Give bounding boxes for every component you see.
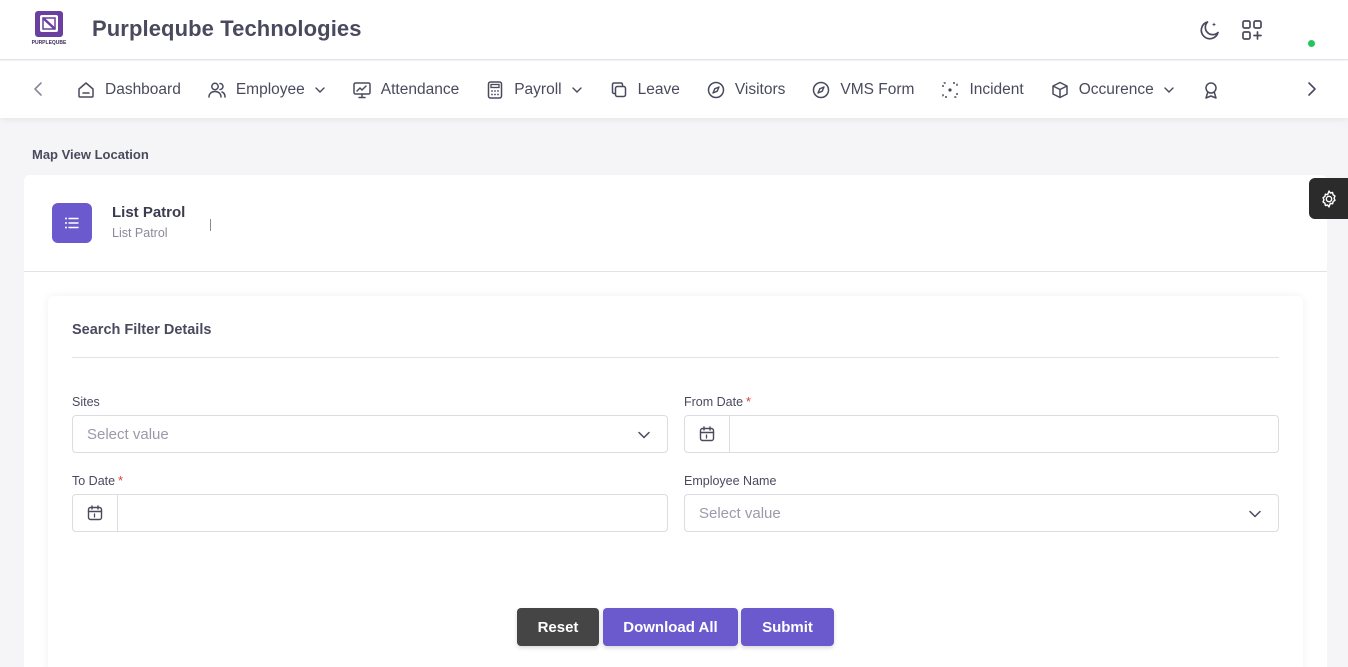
- from-date-input[interactable]: [731, 416, 1277, 452]
- users-icon: [208, 82, 226, 98]
- nav-item-vms-form[interactable]: VMS Form: [801, 70, 924, 110]
- employee-select[interactable]: Select value: [684, 494, 1279, 532]
- to-date-label: To Date *: [72, 474, 123, 488]
- employee-placeholder: Select value: [699, 505, 781, 522]
- nav-label: Employee: [235, 80, 305, 98]
- nav-label: Leave: [637, 80, 680, 98]
- compass-icon: [813, 81, 830, 98]
- online-status-dot: [1308, 40, 1315, 47]
- nav-item-visitors[interactable]: Visitors: [696, 70, 796, 110]
- submit-button[interactable]: Submit: [741, 608, 834, 646]
- list-icon: [65, 217, 79, 229]
- sites-placeholder: Select value: [87, 426, 169, 443]
- from-date-label: From Date *: [684, 395, 751, 409]
- nav-label: Incident: [969, 80, 1024, 98]
- filter-divider: [72, 357, 1279, 358]
- breadcrumb: Map View Location: [32, 147, 149, 162]
- chevron-down-icon: [1163, 86, 1174, 93]
- home-icon: [78, 81, 94, 98]
- focus-icon: [942, 81, 959, 98]
- header-divider: [210, 219, 211, 231]
- moon-icon[interactable]: [1198, 18, 1222, 42]
- nav-item-dashboard[interactable]: Dashboard: [66, 70, 191, 110]
- nav-item-employee[interactable]: Employee: [197, 70, 336, 110]
- nav-scroll-right-icon[interactable]: [1302, 80, 1320, 98]
- card-header: List Patrol List Patrol: [24, 175, 1327, 272]
- calendar-icon[interactable]: [73, 495, 118, 531]
- gear-icon: [1321, 189, 1336, 208]
- nav-label: Payroll: [514, 80, 562, 98]
- nav-item-attendance[interactable]: Attendance: [342, 70, 469, 110]
- nav-item-incident[interactable]: Incident: [930, 70, 1033, 110]
- reset-button[interactable]: Reset: [517, 608, 599, 646]
- calendar-icon[interactable]: [685, 416, 730, 452]
- brand-logo[interactable]: PURPLEQUBE: [30, 10, 68, 48]
- nav-item-occurence[interactable]: Occurence: [1040, 70, 1185, 110]
- nav-item-more[interactable]: [1191, 70, 1240, 110]
- chevron-down-icon: [638, 431, 650, 439]
- page-title: List Patrol: [112, 204, 186, 221]
- nav-scroll-left-icon[interactable]: [30, 80, 48, 98]
- award-icon: [1204, 81, 1217, 99]
- nav-label: VMS Form: [840, 80, 915, 98]
- apps-add-icon[interactable]: [1240, 18, 1264, 42]
- list-badge: [52, 203, 92, 243]
- sites-label: Sites: [72, 395, 100, 409]
- chevron-down-icon: [1249, 510, 1261, 518]
- boxes-icon: [1051, 81, 1068, 98]
- settings-tab[interactable]: [1309, 178, 1348, 219]
- filter-title: Search Filter Details: [72, 322, 212, 338]
- sites-select[interactable]: Select value: [72, 415, 668, 453]
- required-mark: *: [118, 474, 123, 488]
- nav-label: Visitors: [734, 80, 786, 98]
- to-date-field: [72, 494, 668, 532]
- download-all-button[interactable]: Download All: [603, 608, 738, 646]
- nav-label: Occurence: [1078, 80, 1154, 98]
- copy-icon: [611, 81, 626, 97]
- top-header: PURPLEQUBE Purpleqube Technologies: [0, 0, 1348, 60]
- main-navbar: Dashboard Employee Attendance Payroll Le…: [0, 61, 1348, 118]
- chevron-down-icon: [315, 86, 325, 93]
- nav-items: Dashboard Employee Attendance Payroll Le…: [66, 61, 1296, 118]
- nav-item-leave[interactable]: Leave: [599, 70, 690, 110]
- nav-label: Dashboard: [105, 80, 181, 98]
- brand-name: Purpleqube Technologies: [92, 16, 362, 41]
- logo-wordmark: PURPLEQUBE: [32, 40, 67, 46]
- from-date-field: [684, 415, 1279, 453]
- to-date-input[interactable]: [119, 495, 666, 531]
- employee-label: Employee Name: [684, 474, 777, 488]
- required-mark: *: [746, 395, 751, 409]
- compass-icon: [707, 81, 725, 98]
- calculator-icon: [487, 80, 503, 99]
- search-filter-panel: Search Filter Details Sites Select value…: [48, 296, 1303, 667]
- nav-item-payroll[interactable]: Payroll: [475, 70, 592, 110]
- monitor-chart-icon: [353, 81, 371, 98]
- nav-label: Attendance: [380, 80, 460, 98]
- content-card: List Patrol List Patrol Search Filter De…: [24, 175, 1327, 667]
- chevron-down-icon: [571, 86, 582, 93]
- page-subtitle: List Patrol: [112, 226, 168, 240]
